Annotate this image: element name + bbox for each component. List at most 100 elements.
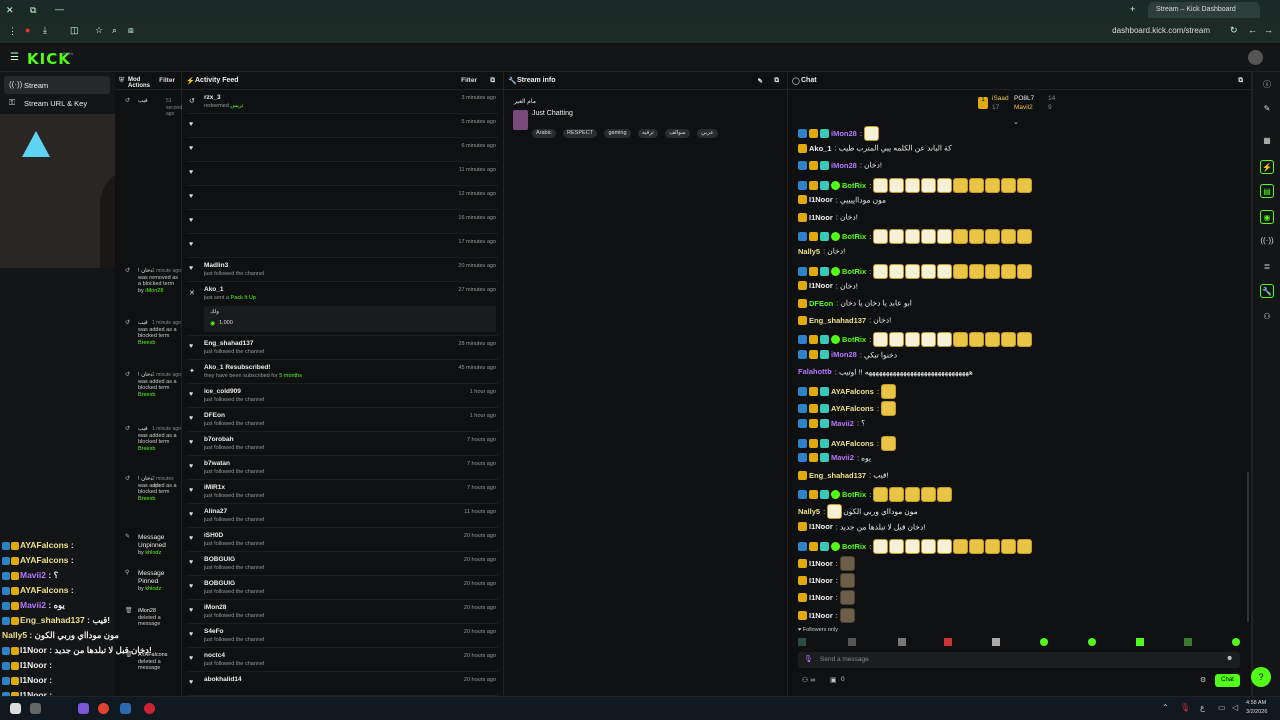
popout-icon[interactable]: ⧉ bbox=[1238, 77, 1243, 85]
bookmark-icon[interactable]: ☆ bbox=[95, 25, 103, 36]
chat-username[interactable]: I1Noor bbox=[809, 576, 833, 585]
emote-icon[interactable] bbox=[1088, 638, 1096, 646]
back-icon[interactable]: ← bbox=[1248, 25, 1257, 35]
tray-arrow-icon[interactable]: ⌃ bbox=[1162, 703, 1169, 712]
info-icon[interactable]: ⓘ bbox=[1260, 78, 1274, 92]
close-window-icon[interactable]: ✕ bbox=[6, 5, 14, 16]
feed-item[interactable]: ♥ b7orobah just followed the channel 7 hou… bbox=[186, 432, 498, 456]
chrome-icon[interactable] bbox=[98, 703, 109, 714]
address-bar[interactable]: dashboard.kick.com/stream bbox=[1112, 26, 1210, 35]
feed-item[interactable]: ♥ Eng_shahad137 just followed the channel … bbox=[186, 336, 498, 360]
chat-message[interactable]: Ako_1: كة الباند عن الكلمه يبي المترب طي… bbox=[798, 143, 952, 159]
emote-icon[interactable] bbox=[1040, 638, 1048, 646]
start-icon[interactable] bbox=[10, 703, 21, 714]
chat-username[interactable]: Eng_shahad137 bbox=[809, 316, 866, 325]
extensions-icon[interactable]: ◫ bbox=[70, 25, 79, 36]
download-icon[interactable]: ⤓ bbox=[43, 25, 47, 36]
layout-icon[interactable]: ▦ bbox=[1260, 134, 1274, 148]
feed-item[interactable]: ♥ Alina27 just followed the channel 11 hou… bbox=[186, 504, 498, 528]
restore-icon[interactable]: ⧉ bbox=[30, 5, 36, 16]
edit-icon[interactable]: ✎ bbox=[1260, 102, 1274, 116]
popout-icon[interactable]: ⧉ bbox=[490, 77, 495, 85]
chat-username[interactable]: AYAFalcons bbox=[831, 387, 874, 396]
emote-icon[interactable] bbox=[898, 638, 906, 646]
chat-username[interactable]: BotRix bbox=[842, 542, 866, 551]
feed-item[interactable]: ♥ ice_cold909 just followed the channel 1 … bbox=[186, 384, 498, 408]
mod-actions-toggle-icon[interactable]: ▤ bbox=[1260, 184, 1274, 198]
chat-username[interactable]: Nally5 bbox=[798, 247, 820, 256]
chat-username[interactable]: BotRix bbox=[842, 232, 866, 241]
feed-item[interactable]: ♥ DFEon just followed the channel 1 hour a… bbox=[186, 408, 498, 432]
chat-username[interactable]: iMon28 bbox=[831, 350, 857, 359]
emote-icon[interactable] bbox=[1136, 638, 1144, 646]
chat-username[interactable]: I1Noor bbox=[809, 281, 833, 290]
chat-username[interactable]: Ako_1 bbox=[809, 144, 832, 153]
pin-icon[interactable]: ⚲ bbox=[125, 570, 129, 577]
feed-item[interactable]: ♥ iSH0D just followed the channel 20 hours… bbox=[186, 528, 498, 552]
chat-message[interactable]: BotRix: bbox=[798, 229, 1033, 245]
feed-item[interactable]: ♥ S4eFo just followed the channel 20 hours… bbox=[186, 624, 498, 648]
search-icon[interactable]: ⌕ bbox=[112, 25, 117, 36]
chat-message[interactable]: I1Noor: مون مودااپيييي bbox=[798, 195, 886, 211]
feed-item[interactable]: ♥ BOBGUIG just followed the channel 20 hou… bbox=[186, 552, 498, 576]
feed-item[interactable]: ✦ Ako_1 Resubscribed! they have been subsc… bbox=[186, 360, 498, 384]
undo-icon[interactable]: ↺ bbox=[125, 98, 130, 105]
timer-icon[interactable]: ▣ bbox=[830, 676, 837, 684]
help-icon[interactable]: ? bbox=[1251, 667, 1271, 687]
activity-toggle-icon[interactable]: ⚡ bbox=[1260, 160, 1274, 174]
menu-dots-icon[interactable]: ⋮ bbox=[8, 26, 17, 37]
chat-username[interactable]: I1Noor bbox=[809, 611, 833, 620]
minimize-icon[interactable]: — bbox=[55, 4, 64, 14]
chat-message[interactable]: AYAFalcons: bbox=[798, 435, 897, 452]
chat-message[interactable]: iMon28: bbox=[798, 126, 880, 142]
chat-message[interactable]: Nally5: مون مودااي وربي الكون bbox=[798, 504, 918, 520]
chat-message[interactable]: I1Noor: دخان! bbox=[798, 281, 858, 297]
feed-item[interactable]: ♥ 11 minutes ago bbox=[186, 162, 498, 186]
chat-message[interactable]: BotRix: bbox=[798, 177, 1033, 194]
microphone-icon[interactable]: 🎙 bbox=[804, 655, 813, 663]
screenshot-icon[interactable]: ⧈ bbox=[128, 25, 134, 36]
chat-username[interactable]: Mavii2 bbox=[831, 453, 854, 462]
chat-message[interactable]: I1Noor: bbox=[798, 590, 856, 606]
emote-icon[interactable] bbox=[798, 638, 806, 646]
hamburger-menu-icon[interactable]: ☰ bbox=[10, 52, 19, 63]
chat-message[interactable]: Eng_shahad137: دخان! bbox=[798, 315, 891, 331]
undo-icon[interactable]: ↺ bbox=[125, 268, 130, 275]
search-icon[interactable] bbox=[30, 703, 41, 714]
steam-icon[interactable] bbox=[120, 703, 131, 714]
chat-scrollbar[interactable] bbox=[1247, 472, 1249, 622]
feed-item[interactable]: ✕ Ako_1 just sent a Pack It Up 27 minutes a… bbox=[186, 282, 498, 336]
chat-username[interactable]: BotRix bbox=[842, 490, 866, 499]
unpin-icon[interactable]: ✎ bbox=[125, 534, 130, 541]
mic-tray-icon[interactable]: 🎙 bbox=[1180, 703, 1190, 712]
queue-icon[interactable]: ≣ bbox=[1260, 260, 1274, 274]
forward-icon[interactable]: → bbox=[1264, 25, 1273, 35]
chat-message[interactable]: I1Noor: دخان! bbox=[798, 212, 858, 228]
feed-item[interactable]: ♥ b7watan just followed the channel 7 hour… bbox=[186, 456, 498, 480]
chat-message[interactable]: iMon28: دخنوا تبكي bbox=[798, 350, 897, 366]
feed-item[interactable]: ♥ 5 minutes ago bbox=[186, 114, 498, 138]
stream-info-toggle-icon[interactable]: 🔧 bbox=[1260, 284, 1274, 298]
chat-message[interactable]: iMon28: دخان! bbox=[798, 160, 882, 176]
chat-message[interactable]: I1Noor: دخان قبل لا تبلدها من جديد! bbox=[798, 522, 925, 538]
volume-icon[interactable]: ◁ bbox=[1232, 703, 1238, 712]
chat-username[interactable]: BotRix bbox=[842, 267, 866, 276]
chat-message[interactable]: I1Noor: bbox=[798, 556, 856, 572]
browser-tab[interactable]: Stream – Kick Dashboard bbox=[1148, 2, 1260, 18]
chat-username[interactable]: AYAFalcons bbox=[831, 404, 874, 413]
undo-icon[interactable]: ↺ bbox=[125, 476, 130, 483]
chat-username[interactable]: I1Noor bbox=[809, 195, 833, 204]
language-icon[interactable]: ع bbox=[1200, 703, 1205, 712]
chat-username[interactable]: BotRix bbox=[842, 181, 866, 190]
chat-message[interactable]: AYAFalcons: bbox=[798, 384, 897, 400]
avatar[interactable] bbox=[1248, 50, 1263, 65]
mod-filter-button[interactable]: Filter bbox=[159, 77, 175, 84]
trash-icon[interactable]: 🗑 bbox=[125, 608, 133, 615]
chat-username[interactable]: Eng_shahad137 bbox=[809, 471, 866, 480]
chat-message[interactable]: BotRix: bbox=[798, 538, 1033, 555]
chat-username[interactable]: iMon28 bbox=[831, 161, 857, 170]
chat-message[interactable]: I1Noor: bbox=[798, 573, 856, 589]
activity-filter-button[interactable]: Filter bbox=[461, 77, 477, 84]
viewer-icon[interactable]: ⚇ ∞ bbox=[802, 676, 815, 684]
chat-username[interactable]: DFEon bbox=[809, 299, 833, 308]
